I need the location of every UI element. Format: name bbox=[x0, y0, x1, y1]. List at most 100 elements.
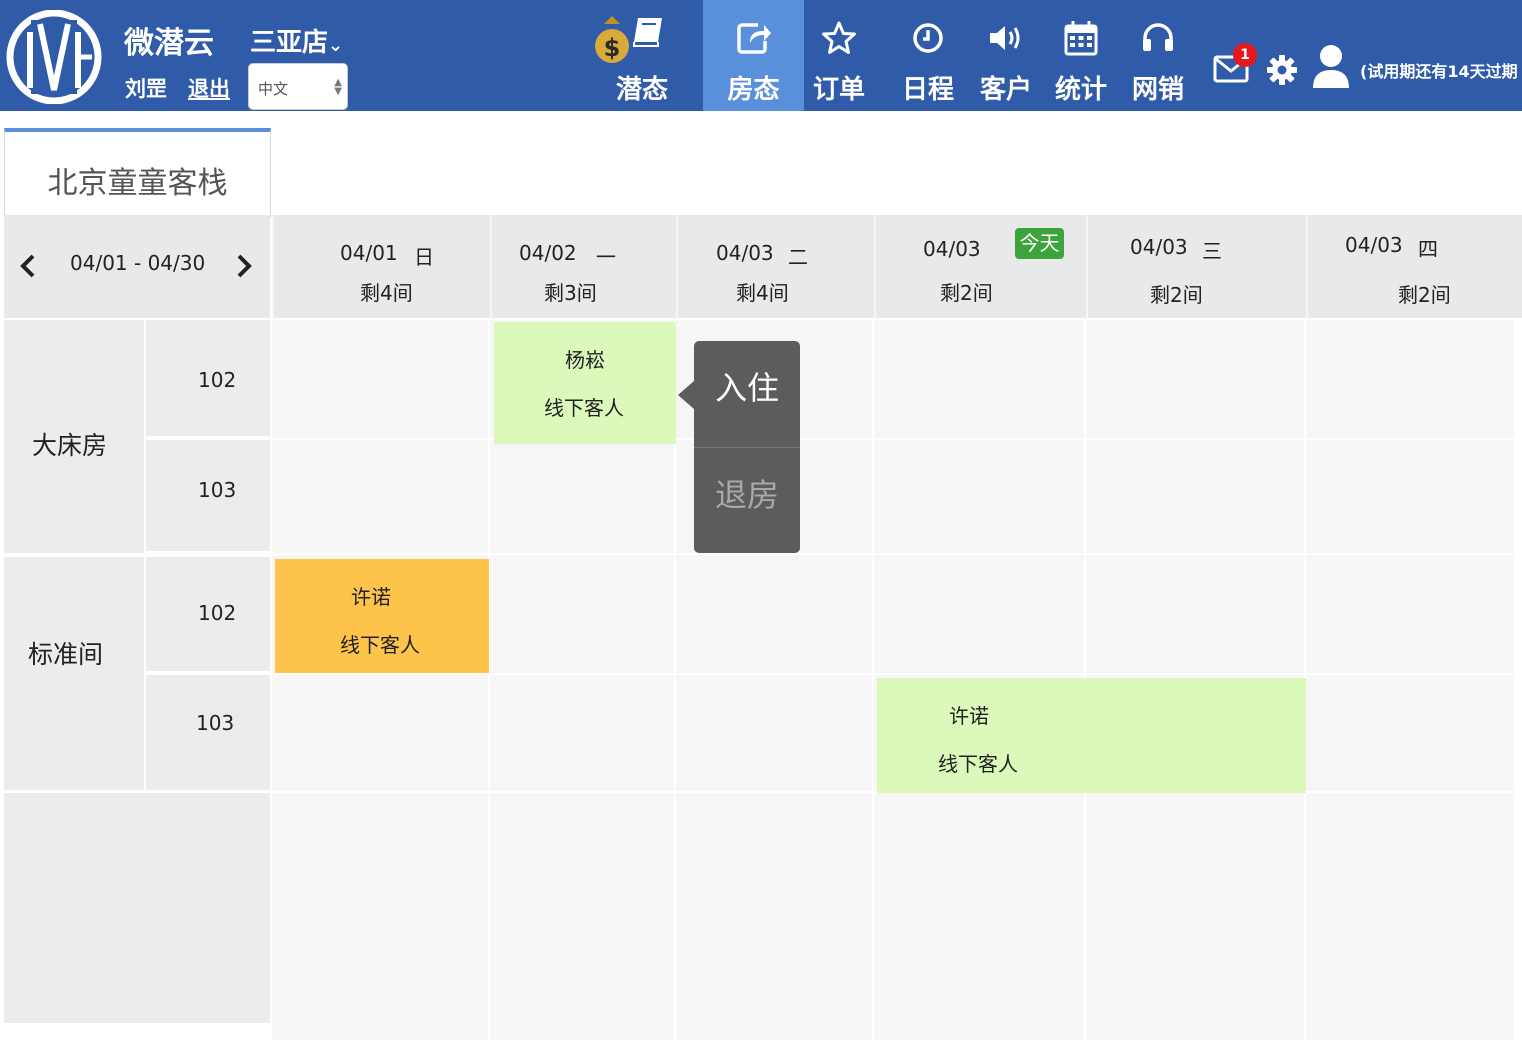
room-cell[interactable] bbox=[1306, 675, 1516, 793]
clock-icon bbox=[895, 18, 961, 58]
room-cell[interactable] bbox=[1086, 320, 1306, 440]
room-number: 103 bbox=[146, 675, 270, 790]
language-value: 中文 bbox=[258, 80, 289, 98]
empty-left-area bbox=[4, 793, 270, 1023]
guest-name: 杨崧 bbox=[565, 348, 605, 372]
star-icon bbox=[806, 18, 872, 58]
nav-fangtai[interactable]: 房态 bbox=[703, 0, 804, 111]
user-name: 刘罡 bbox=[125, 77, 167, 101]
nav-label: 日程 bbox=[901, 75, 954, 105]
logo bbox=[6, 10, 102, 104]
checkout-button[interactable]: 退房 bbox=[694, 447, 800, 553]
day-header: 04/03 三 剩2间 bbox=[1086, 215, 1306, 318]
nav-dingdan[interactable]: 订单 bbox=[806, 0, 872, 111]
day-header: 04/02 一 剩3间 bbox=[490, 215, 676, 318]
language-select[interactable]: 中文 ▲ ▼ bbox=[248, 63, 348, 110]
nav-wangxiao[interactable]: 网销 bbox=[1125, 0, 1191, 111]
room-cell[interactable] bbox=[1086, 440, 1306, 555]
money-bag-book-icon: $ bbox=[580, 16, 680, 63]
popup-caret bbox=[678, 381, 694, 409]
room-cell[interactable] bbox=[1086, 555, 1306, 675]
empty-cell bbox=[874, 793, 1086, 1042]
day-remaining: 剩3间 bbox=[544, 281, 597, 305]
store-label: 三亚店 bbox=[250, 28, 329, 58]
day-weekday: 三 bbox=[1202, 239, 1222, 263]
room-cell[interactable] bbox=[1306, 320, 1516, 440]
room-cell[interactable] bbox=[490, 440, 676, 555]
day-date: 04/03 bbox=[923, 237, 981, 261]
today-badge: 今天 bbox=[1015, 228, 1064, 259]
room-cell[interactable] bbox=[272, 320, 490, 440]
hotel-tab[interactable]: 北京童童客栈 bbox=[4, 128, 271, 218]
day-header: 04/03 二 剩4间 bbox=[676, 215, 874, 318]
nav-label: 客户 bbox=[979, 75, 1032, 105]
nav-label: 统计 bbox=[1054, 75, 1107, 105]
room-cell[interactable] bbox=[676, 555, 874, 675]
day-date: 04/03 bbox=[1345, 233, 1403, 257]
room-cell[interactable] bbox=[272, 440, 490, 555]
day-date: 04/02 bbox=[519, 241, 577, 265]
booking-block[interactable]: 许诺 线下客人 bbox=[275, 559, 489, 673]
chevron-right-icon[interactable] bbox=[234, 253, 254, 279]
select-arrows-icon: ▲ ▼ bbox=[334, 77, 342, 97]
gear-icon[interactable] bbox=[1266, 54, 1298, 86]
room-cell[interactable] bbox=[874, 555, 1086, 675]
headphones-icon bbox=[1125, 18, 1191, 58]
room-cell[interactable] bbox=[874, 320, 1086, 440]
booking-action-popup: 入住 退房 bbox=[678, 341, 800, 553]
room-cell[interactable] bbox=[1306, 555, 1516, 675]
speaker-icon bbox=[973, 18, 1039, 58]
logout-link[interactable]: 退出 bbox=[188, 73, 230, 103]
room-cell[interactable] bbox=[1306, 440, 1516, 555]
chevron-left-icon[interactable] bbox=[18, 253, 38, 279]
chevron-down-icon: ⌄ bbox=[328, 35, 344, 56]
booking-block[interactable]: 许诺 线下客人 bbox=[877, 678, 1306, 793]
room-number: 102 bbox=[146, 557, 270, 671]
guest-name: 许诺 bbox=[351, 585, 391, 609]
day-date: 04/01 bbox=[340, 241, 398, 265]
room-cell[interactable] bbox=[874, 440, 1086, 555]
day-date: 04/03 bbox=[716, 241, 774, 265]
room-cell[interactable] bbox=[676, 675, 874, 793]
nav-tongji[interactable]: 统计 bbox=[1048, 0, 1114, 111]
day-date: 04/03 bbox=[1130, 235, 1188, 259]
room-number: 103 bbox=[146, 440, 270, 551]
room-type-label: 大床房 bbox=[4, 320, 144, 553]
calendar-icon bbox=[1048, 18, 1114, 58]
day-header-today: 04/03 今天 剩2间 bbox=[874, 215, 1086, 318]
day-weekday: 四 bbox=[1418, 237, 1438, 261]
nav-richeng[interactable]: 日程 bbox=[895, 0, 961, 111]
booking-block[interactable]: 杨崧 线下客人 bbox=[494, 322, 676, 444]
empty-cell bbox=[676, 793, 874, 1042]
room-status-grid: 04/01 - 04/30 04/01 日 剩4间 04/02 一 剩3间 04… bbox=[4, 215, 1522, 1042]
room-number: 102 bbox=[146, 320, 270, 436]
nav-label: 网销 bbox=[1131, 75, 1184, 105]
store-selector[interactable]: 三亚店⌄ bbox=[250, 22, 343, 59]
room-cell[interactable] bbox=[272, 675, 490, 793]
day-header: 04/01 日 剩4间 bbox=[272, 215, 490, 318]
guest-source: 线下客人 bbox=[340, 633, 420, 657]
nav-label: 房态 bbox=[727, 75, 780, 105]
trial-notice: (试用期还有14天过期 bbox=[1360, 62, 1518, 81]
room-cell[interactable] bbox=[490, 555, 676, 675]
guest-source: 线下客人 bbox=[938, 752, 1018, 776]
date-range-nav: 04/01 - 04/30 bbox=[4, 215, 270, 318]
share-icon bbox=[703, 18, 804, 58]
empty-cell bbox=[490, 793, 676, 1042]
day-header: 04/03 四 剩2间 bbox=[1306, 215, 1522, 318]
svg-text:$: $ bbox=[604, 34, 621, 62]
day-weekday: 日 bbox=[414, 245, 434, 269]
mail-badge: 1 bbox=[1233, 43, 1257, 67]
date-range: 04/01 - 04/30 bbox=[70, 251, 206, 275]
nav-qiantai[interactable]: $ 潜态 bbox=[580, 0, 680, 111]
guest-name: 许诺 bbox=[949, 704, 989, 728]
nav-label: 订单 bbox=[812, 75, 865, 105]
room-cell[interactable] bbox=[490, 675, 676, 793]
user-icon[interactable] bbox=[1311, 43, 1351, 89]
day-weekday: 一 bbox=[596, 245, 616, 269]
brand-name: 微潜云 bbox=[124, 26, 214, 61]
nav-kehu[interactable]: 客户 bbox=[973, 0, 1039, 111]
day-remaining: 剩4间 bbox=[736, 281, 789, 305]
day-remaining: 剩2间 bbox=[1150, 283, 1203, 307]
checkin-button[interactable]: 入住 bbox=[694, 341, 800, 447]
